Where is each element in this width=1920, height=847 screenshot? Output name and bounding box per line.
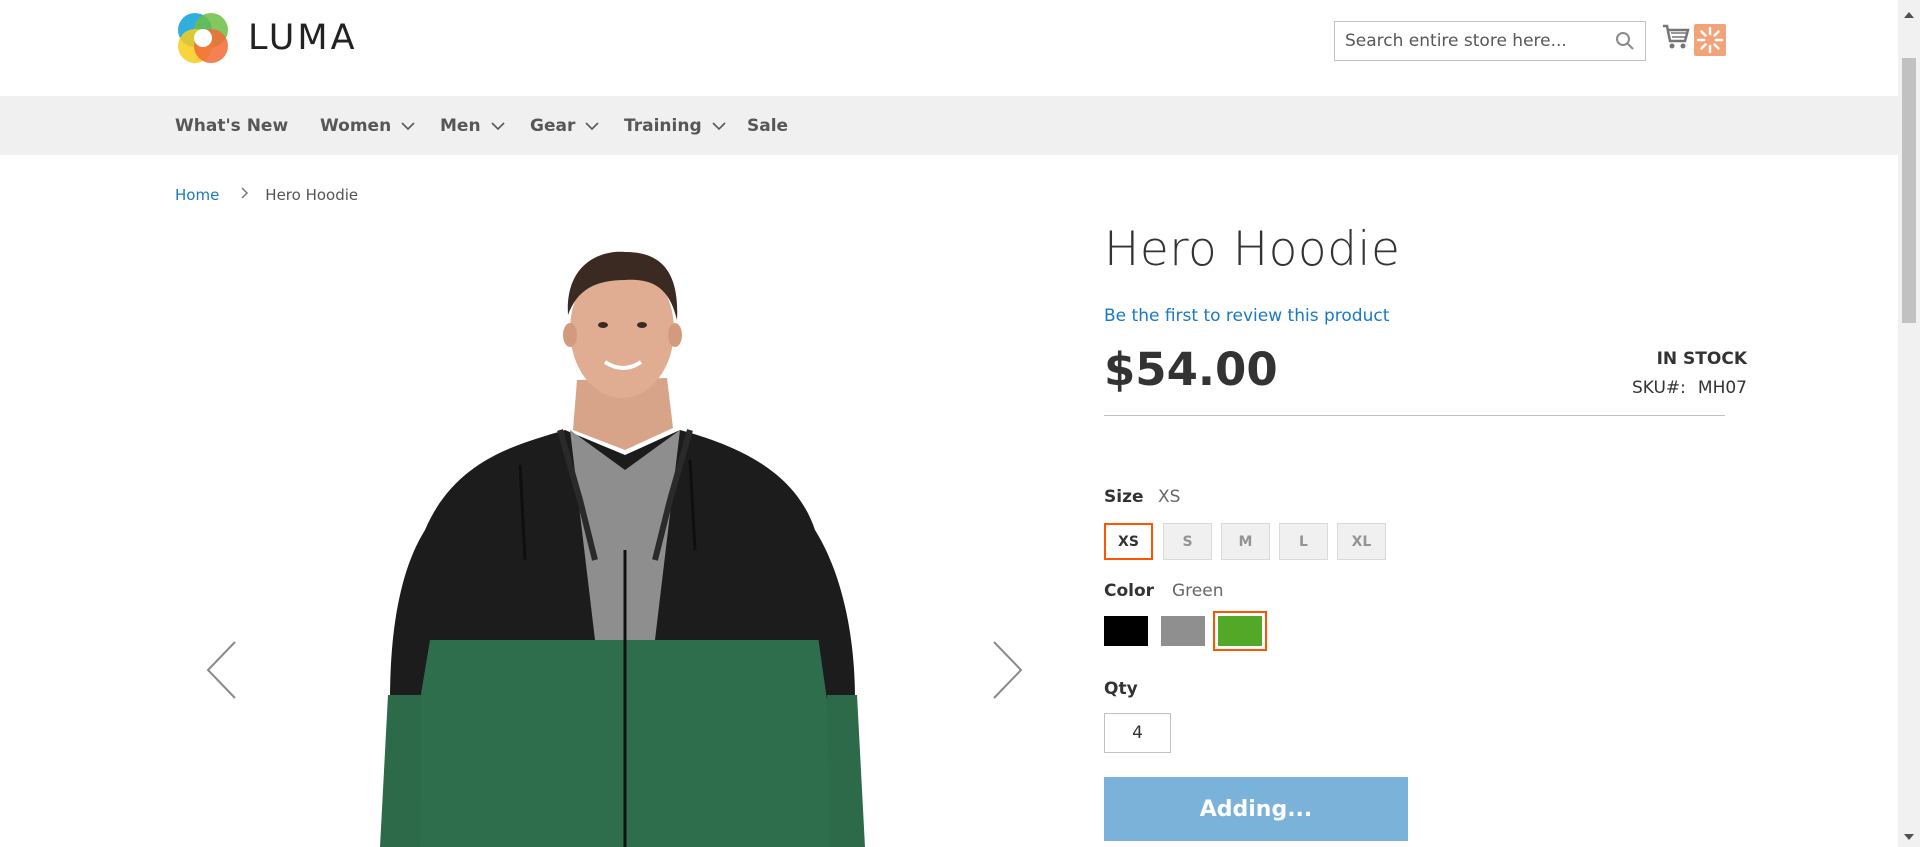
size-swatch-xl[interactable]: XL (1337, 523, 1386, 560)
product-price: $54.00 (1104, 343, 1278, 396)
page: LUMA Search entire store here... What's … (0, 0, 1920, 847)
gallery-prev-arrow-icon[interactable] (205, 640, 239, 704)
gallery-next-arrow-icon[interactable] (990, 640, 1024, 704)
nav-item-label: What's New (175, 115, 289, 136)
cart-loading-icon (1694, 24, 1726, 56)
chevron-down-icon (712, 116, 726, 136)
nav-item-label: Gear (530, 115, 576, 136)
chevron-down-icon (585, 116, 599, 136)
nav-item-label: Women (320, 115, 392, 136)
sku: SKU#: MH07 (1632, 378, 1747, 398)
chevron-down-icon (401, 116, 415, 136)
nav-item-label: Training (624, 115, 702, 136)
luma-logo-icon (178, 13, 228, 63)
color-swatch-gray[interactable] (1161, 616, 1205, 646)
breadcrumb-current: Hero Hoodie (265, 186, 359, 204)
color-swatch-black[interactable] (1104, 616, 1148, 646)
nav-item-label: Sale (747, 115, 789, 136)
search-input[interactable] (1335, 22, 1605, 60)
size-swatch-l[interactable]: L (1279, 523, 1328, 560)
product-title: Hero Hoodie (1104, 222, 1401, 277)
stock-status: IN STOCK (1656, 349, 1747, 369)
size-label: Size (1104, 487, 1144, 507)
size-swatch-xs[interactable]: XS (1104, 523, 1153, 560)
qty-input[interactable] (1104, 713, 1171, 753)
add-to-cart-button[interactable]: Adding... (1104, 777, 1408, 841)
nav-item-label: Men (440, 115, 481, 136)
nav-item-sale[interactable]: Sale (747, 96, 788, 155)
logo[interactable]: LUMA (175, 10, 358, 66)
cart-icon[interactable] (1662, 24, 1690, 54)
chevron-right-icon (241, 187, 249, 203)
logo-text: LUMA (248, 18, 358, 58)
sku-label: SKU#: (1632, 378, 1686, 398)
size-selected-value: XS (1158, 487, 1181, 507)
product-image (380, 251, 865, 847)
sku-value: MH07 (1697, 378, 1747, 398)
qty-label: Qty (1104, 679, 1138, 699)
nav-item-training[interactable]: Training (624, 96, 726, 155)
nav-item-whats-new[interactable]: What's New (175, 96, 288, 155)
color-label: Color (1104, 581, 1155, 601)
scrollbar-thumb[interactable] (1902, 58, 1916, 323)
nav-item-women[interactable]: Women (320, 96, 415, 155)
nav-item-men[interactable]: Men (440, 96, 505, 155)
search-icon[interactable] (1615, 31, 1635, 55)
scroll-down-arrow-icon[interactable] (1904, 825, 1914, 844)
main-nav: What's New Women Men Gear Training Sale (0, 96, 1898, 155)
header: LUMA (0, 0, 1898, 96)
size-swatch-s[interactable]: S (1163, 523, 1212, 560)
color-selected-value: Green (1172, 581, 1224, 601)
product-gallery (175, 230, 1055, 847)
chevron-down-icon (490, 116, 505, 136)
search-box (1334, 21, 1646, 61)
scroll-up-arrow-icon[interactable] (1904, 3, 1914, 22)
scrollbar[interactable] (1898, 0, 1920, 847)
divider (1104, 415, 1725, 416)
color-swatch-green[interactable] (1213, 611, 1267, 651)
size-swatch-m[interactable]: M (1221, 523, 1270, 560)
nav-item-gear[interactable]: Gear (530, 96, 599, 155)
breadcrumb: Home Hero Hoodie (175, 186, 358, 204)
breadcrumb-home-link[interactable]: Home (175, 186, 219, 204)
review-link[interactable]: Be the first to review this product (1104, 306, 1389, 326)
